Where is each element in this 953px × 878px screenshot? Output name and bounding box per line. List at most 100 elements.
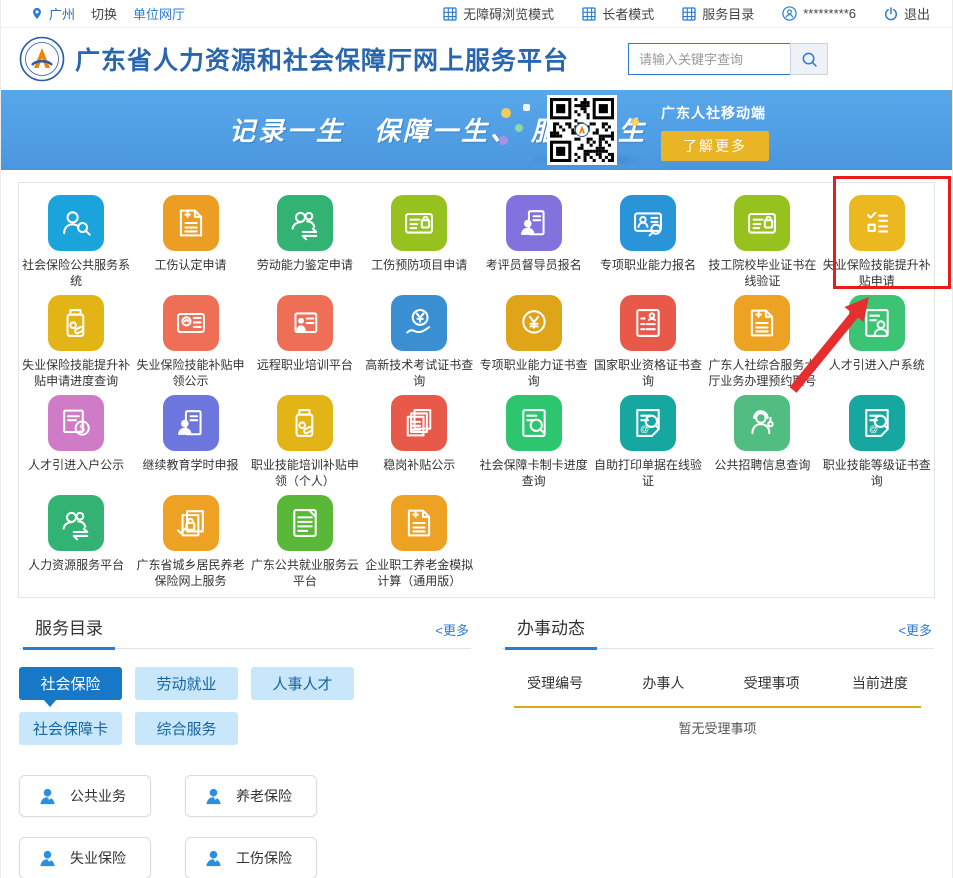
service-item[interactable]: 职业技能培训补贴申领（个人） (248, 395, 362, 489)
service-label: 社会保障卡制卡进度查询 (477, 457, 591, 489)
id-card-stamp-icon (620, 195, 676, 251)
location-group[interactable]: 广州 (31, 4, 75, 23)
service-label: 考评员督导员报名 (477, 257, 591, 287)
catalog-button-工伤保险[interactable]: 工伤保险 (185, 837, 317, 878)
service-item[interactable]: 工伤认定申请 (133, 195, 247, 289)
service-item[interactable]: 劳动能力鉴定申请 (248, 195, 362, 289)
tab-劳动就业[interactable]: 劳动就业 (135, 667, 238, 700)
banner-decor (501, 108, 511, 118)
person-icon (38, 849, 57, 868)
doc-plus-icon (734, 295, 790, 351)
service-item[interactable]: 高新技术考试证书查询 (362, 295, 476, 389)
status-column-办事人: 办事人 (609, 673, 717, 693)
person-search-icon (48, 195, 104, 251)
search-icon (801, 51, 818, 68)
service-item[interactable]: 继续教育学时申报 (133, 395, 247, 489)
person-icon (204, 787, 223, 806)
service-item[interactable]: 广东公共就业服务云平台 (248, 495, 362, 589)
docs-lock-icon (163, 495, 219, 551)
service-item[interactable]: 人力资源服务平台 (19, 495, 133, 589)
service-item[interactable]: 企业职工养老金模拟计算（通用版） (362, 495, 476, 589)
catalog-button-label: 失业保险 (70, 848, 126, 868)
service-item[interactable]: 技工院校毕业证书在线验证 (705, 195, 819, 289)
doc-person-icon (849, 295, 905, 351)
yen-circle-icon (506, 295, 562, 351)
user-account[interactable]: *********6 (782, 6, 856, 21)
status-column-受理事项: 受理事项 (718, 673, 826, 693)
tab-社会保障卡[interactable]: 社会保障卡 (19, 712, 122, 745)
elder-mode-button[interactable]: 长者模式 (582, 4, 654, 23)
service-catalog-header: 服务目录 <更多 (19, 614, 471, 649)
service-item[interactable]: 失业保险技能提升补贴申请进度查询 (19, 295, 133, 389)
service-item[interactable]: 社会保障卡制卡进度查询 (477, 395, 591, 489)
service-label: 广东公共就业服务云平台 (248, 557, 362, 589)
status-empty-text: 暂无受理事项 (501, 718, 934, 737)
tab-社会保险[interactable]: 社会保险 (19, 667, 122, 700)
learn-more-button[interactable]: 了解更多 (661, 131, 769, 161)
service-item[interactable]: 广东人社综合服务大厅业务办理预约取号 (705, 295, 819, 389)
catalog-button-失业保险[interactable]: 失业保险 (19, 837, 151, 878)
mobile-promo: 广东人社移动端 了解更多 (661, 103, 769, 161)
search-input[interactable] (628, 43, 790, 75)
service-item[interactable]: 失业保险技能补贴申领公示 (133, 295, 247, 389)
banner-decor (631, 118, 639, 126)
person-icon (204, 849, 223, 868)
service-label: 广东省城乡居民养老保险网上服务 (134, 557, 248, 589)
service-label: 职业技能培训补贴申领（个人） (248, 457, 362, 489)
work-status-title: 办事动态 (517, 614, 585, 639)
docs-stack-icon (391, 395, 447, 451)
service-label: 人才引进入户系统 (820, 357, 934, 387)
status-table-header: 受理编号办事人受理事项当前进度 (501, 673, 934, 693)
status-column-受理编号: 受理编号 (501, 673, 609, 693)
unit-portal-link[interactable]: 单位网厅 (133, 4, 185, 23)
service-item[interactable]: 广东省城乡居民养老保险网上服务 (133, 495, 247, 589)
tab-人事人才[interactable]: 人事人才 (251, 667, 354, 700)
service-item[interactable]: @职业技能等级证书查询 (820, 395, 934, 489)
work-status-more-link[interactable]: <更多 (898, 620, 932, 639)
service-label: 高新技术考试证书查询 (362, 357, 476, 389)
service-item[interactable]: @ 自助打印单据在线验证 (591, 395, 705, 489)
service-item[interactable]: 失业保险技能提升补贴申请 (820, 195, 934, 289)
accessibility-mode-icon (443, 7, 457, 21)
service-item[interactable]: 考评员督导员报名 (477, 195, 591, 289)
status-column-当前进度: 当前进度 (826, 673, 934, 693)
elder-mode-label: 长者模式 (602, 4, 654, 23)
services-card: 社会保险公共服务系统工伤认定申请劳动能力鉴定申请工伤预防项目申请考评员督导员报名… (18, 182, 935, 598)
checklist-icon (849, 195, 905, 251)
catalog-button-label: 公共业务 (70, 786, 126, 806)
doc-search-at-icon: @ (620, 395, 676, 451)
service-label: 继续教育学时申报 (134, 457, 248, 487)
mobile-promo-label: 广东人社移动端 (661, 103, 769, 123)
logout-label: 退出 (904, 4, 930, 23)
service-item[interactable]: 工伤预防项目申请 (362, 195, 476, 289)
elder-mode-icon (582, 7, 596, 21)
service-item[interactable]: 专项职业能力证书查询 (477, 295, 591, 389)
accessibility-mode-button[interactable]: 无障碍浏览模式 (443, 4, 554, 23)
catalog-button-公共业务[interactable]: 公共业务 (19, 775, 151, 817)
pill-bottle-icon (48, 295, 104, 351)
logout-button[interactable]: 退出 (884, 4, 930, 23)
service-catalog-more-link[interactable]: <更多 (435, 620, 469, 639)
service-item[interactable]: 稳岗补贴公示 (362, 395, 476, 489)
switch-link[interactable]: 切换 (91, 4, 117, 23)
service-item[interactable]: 专项职业能力报名 (591, 195, 705, 289)
service-label: 广东人社综合服务大厅业务办理预约取号 (705, 357, 819, 389)
service-item[interactable]: 远程职业培训平台 (248, 295, 362, 389)
site-logo (19, 36, 65, 82)
catalog-button-养老保险[interactable]: 养老保险 (185, 775, 317, 817)
search-button[interactable] (790, 43, 828, 75)
service-item[interactable]: $人才引进入户公示 (19, 395, 133, 489)
service-label: 自助打印单据在线验证 (591, 457, 705, 489)
banner-decor (499, 136, 508, 145)
doc-list-icon (620, 295, 676, 351)
services-grid: 社会保险公共服务系统工伤认定申请劳动能力鉴定申请工伤预防项目申请考评员督导员报名… (19, 195, 934, 589)
service-item[interactable]: 国家职业资格证书查询 (591, 295, 705, 389)
tab-综合服务[interactable]: 综合服务 (135, 712, 238, 745)
person-icon (38, 787, 57, 806)
people-arrows-icon (48, 495, 104, 551)
service-item[interactable]: 公共招聘信息查询 (705, 395, 819, 489)
service-item[interactable]: 人才引进入户系统 (820, 295, 934, 389)
service-item[interactable]: 社会保险公共服务系统 (19, 195, 133, 289)
work-status-header: 办事动态 <更多 (501, 614, 934, 649)
service-catalog-button[interactable]: 服务目录 (682, 4, 754, 23)
